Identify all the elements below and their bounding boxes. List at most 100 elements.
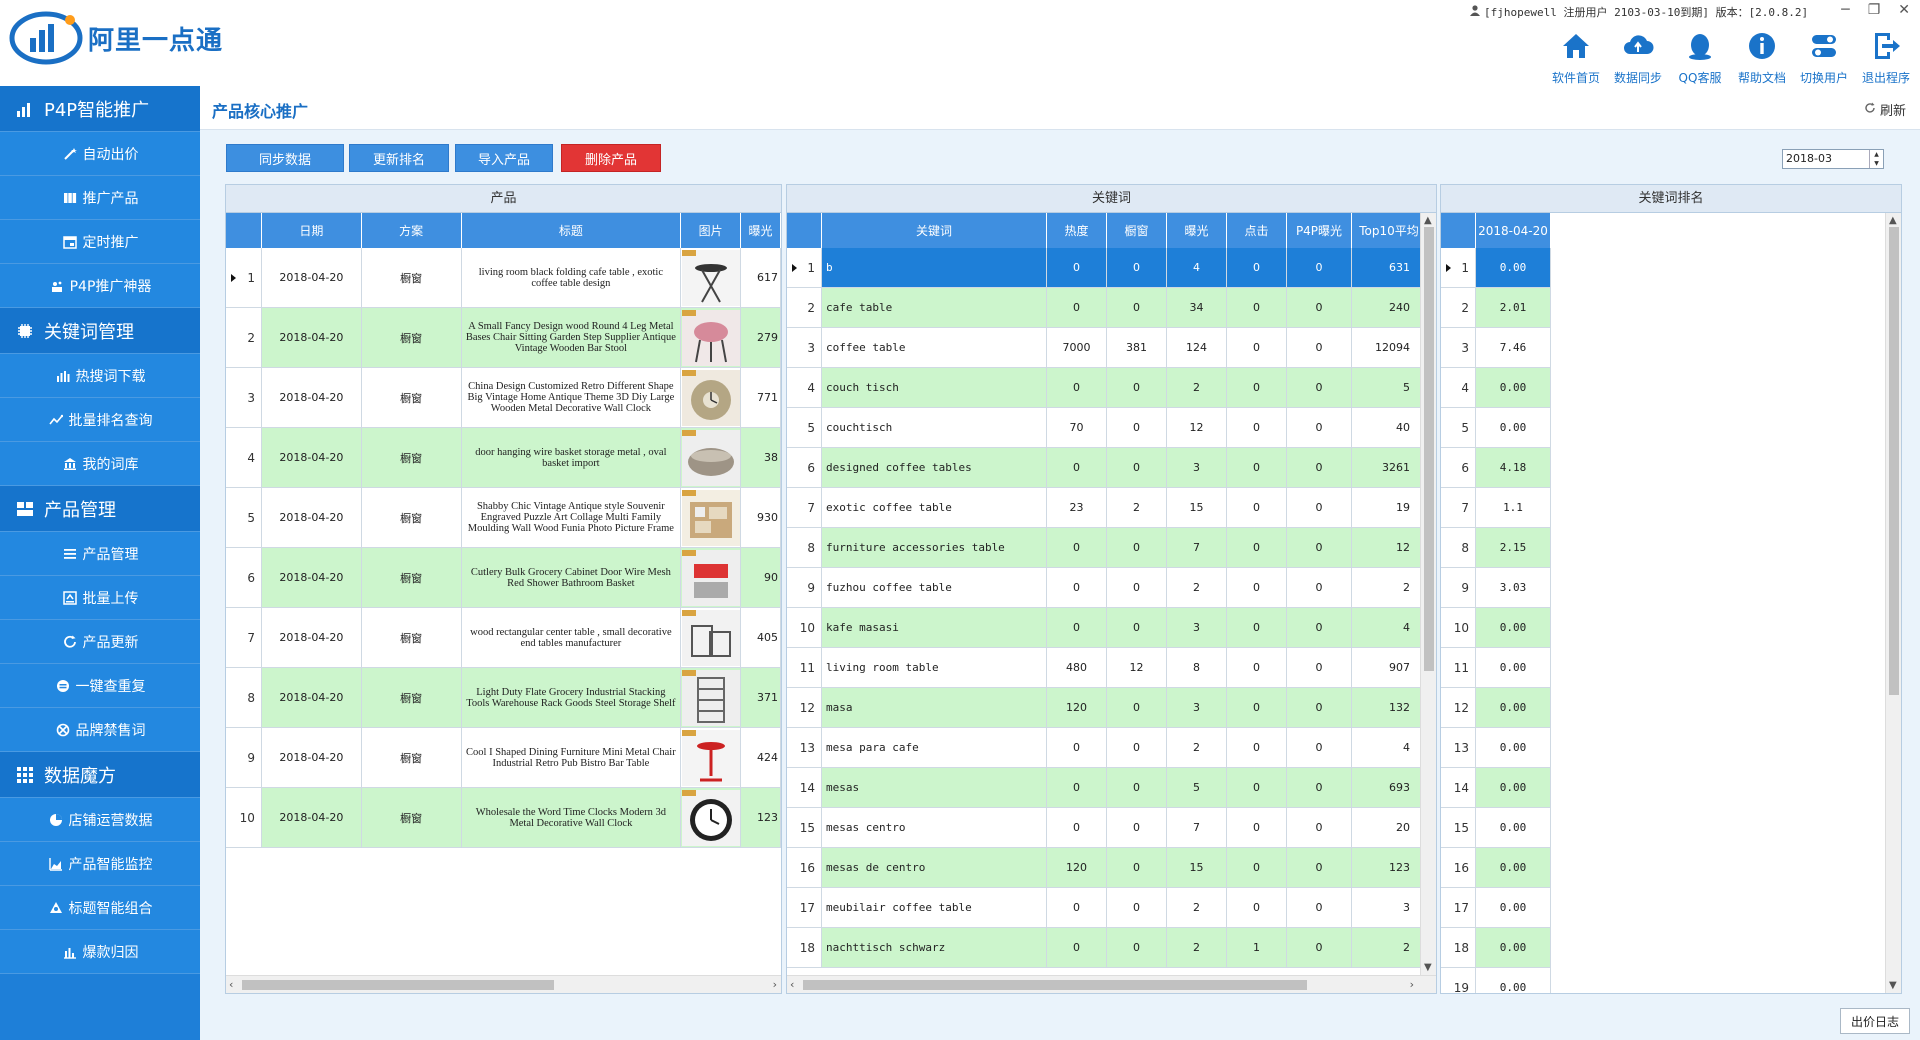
maximize-icon[interactable]: ❐ bbox=[1868, 2, 1881, 18]
keywords-column-header[interactable]: Top10平均 bbox=[1352, 213, 1427, 248]
sidebar-item[interactable]: 自动出价 bbox=[0, 132, 200, 176]
ranks-date-header[interactable]: 2018-04-20 bbox=[1476, 213, 1551, 248]
delete-products-button[interactable]: 删除产品 bbox=[561, 144, 661, 172]
sidebar-group-0[interactable]: P4P智能推广 bbox=[0, 86, 200, 132]
keywords-column-header[interactable]: 热度 bbox=[1047, 213, 1107, 248]
update-rank-button[interactable]: 更新排名 bbox=[349, 144, 449, 172]
table-row[interactable]: 16 mesas de centro 120 0 15 0 0 123 bbox=[787, 848, 1436, 888]
table-row[interactable]: 1 0.00 bbox=[1441, 248, 1551, 288]
sidebar-group-1[interactable]: 关键词管理 bbox=[0, 308, 200, 354]
table-row[interactable]: 13 0.00 bbox=[1441, 728, 1551, 768]
table-row[interactable]: 12 masa 120 0 3 0 0 132 bbox=[787, 688, 1436, 728]
products-column-header[interactable]: 曝光 bbox=[741, 213, 781, 248]
minimize-icon[interactable]: ─ bbox=[1841, 2, 1849, 18]
sidebar-item[interactable]: 一键查重复 bbox=[0, 664, 200, 708]
table-row[interactable]: 9 2018-04-20 橱窗 Cool I Shaped Dining Furnit… bbox=[226, 728, 781, 788]
table-row[interactable]: 7 2018-04-20 橱窗 wood rectangular center tab… bbox=[226, 608, 781, 668]
table-row[interactable]: 6 2018-04-20 橱窗 Cutlery Bulk Grocery Cabine… bbox=[226, 548, 781, 608]
sidebar-item[interactable]: 标题智能组合 bbox=[0, 886, 200, 930]
sidebar-item[interactable]: P4P推广神器 bbox=[0, 264, 200, 308]
table-row[interactable]: 8 2.15 bbox=[1441, 528, 1551, 568]
sidebar-item[interactable]: 我的词库 bbox=[0, 442, 200, 486]
table-row[interactable]: 17 0.00 bbox=[1441, 888, 1551, 928]
table-row[interactable]: 19 0.00 bbox=[1441, 968, 1551, 993]
table-row[interactable]: 4 0.00 bbox=[1441, 368, 1551, 408]
table-row[interactable]: 3 coffee table 7000 381 124 0 0 12094 bbox=[787, 328, 1436, 368]
table-row[interactable]: 10 0.00 bbox=[1441, 608, 1551, 648]
products-column-header[interactable]: 标题 bbox=[462, 213, 682, 248]
sidebar-group-3[interactable]: 数据魔方 bbox=[0, 752, 200, 798]
table-row[interactable]: 13 mesa para cafe 0 0 2 0 0 4 bbox=[787, 728, 1436, 768]
sidebar-item[interactable]: 产品管理 bbox=[0, 532, 200, 576]
sync-data-button[interactable]: 同步数据 bbox=[226, 144, 344, 172]
table-row[interactable]: 4 couch tisch 0 0 2 0 0 5 bbox=[787, 368, 1436, 408]
products-column-header[interactable]: 日期 bbox=[262, 213, 362, 248]
sidebar-item[interactable]: 批量排名查询 bbox=[0, 398, 200, 442]
products-column-header[interactable]: 图片 bbox=[681, 213, 742, 248]
table-row[interactable]: 1 b 0 0 4 0 0 631 bbox=[787, 248, 1436, 288]
toolbar-button-exit[interactable]: 退出程序 bbox=[1855, 30, 1917, 86]
table-row[interactable]: 9 fuzhou coffee table 0 0 2 0 0 2 bbox=[787, 568, 1436, 608]
table-row[interactable]: 6 designed coffee tables 0 0 3 0 0 3261 bbox=[787, 448, 1436, 488]
sidebar-item[interactable]: 推广产品 bbox=[0, 176, 200, 220]
table-row[interactable]: 14 0.00 bbox=[1441, 768, 1551, 808]
table-row[interactable]: 2 2018-04-20 橱窗 A Small Fancy Design wood R… bbox=[226, 308, 781, 368]
toolbar-button-qq[interactable]: QQ客服 bbox=[1669, 30, 1731, 86]
table-row[interactable]: 1 2018-04-20 橱窗 living room black folding c… bbox=[226, 248, 781, 308]
products-column-header[interactable]: 方案 bbox=[362, 213, 462, 248]
refresh-button[interactable]: 刷新 bbox=[1864, 100, 1906, 119]
table-row[interactable]: 15 0.00 bbox=[1441, 808, 1551, 848]
table-row[interactable]: 3 2018-04-20 橱窗 China Design Customized Ret… bbox=[226, 368, 781, 428]
table-row[interactable]: 2 cafe table 0 0 34 0 0 240 bbox=[787, 288, 1436, 328]
sidebar-item[interactable]: 品牌禁售词 bbox=[0, 708, 200, 752]
products-hscrollbar[interactable]: ‹ › bbox=[226, 975, 781, 993]
keywords-vscrollbar[interactable]: ▲ ▼ bbox=[1420, 213, 1436, 975]
sidebar-group-2[interactable]: 产品管理 bbox=[0, 486, 200, 532]
table-row[interactable]: 5 couchtisch 70 0 12 0 0 40 bbox=[787, 408, 1436, 448]
sidebar-item[interactable]: 产品更新 bbox=[0, 620, 200, 664]
sidebar-item[interactable]: 热搜词下载 bbox=[0, 354, 200, 398]
import-products-button[interactable]: 导入产品 bbox=[455, 144, 553, 172]
toolbar-button-home[interactable]: 软件首页 bbox=[1545, 30, 1607, 86]
keywords-column-header[interactable]: 关键词 bbox=[822, 213, 1047, 248]
table-row[interactable]: 6 4.18 bbox=[1441, 448, 1551, 488]
table-row[interactable]: 3 7.46 bbox=[1441, 328, 1551, 368]
sidebar-item[interactable]: 产品智能监控 bbox=[0, 842, 200, 886]
table-row[interactable]: 7 exotic coffee table 23 2 15 0 0 19 bbox=[787, 488, 1436, 528]
toolbar-button-info[interactable]: 帮助文档 bbox=[1731, 30, 1793, 86]
table-row[interactable]: 10 kafe masasi 0 0 3 0 0 4 bbox=[787, 608, 1436, 648]
bid-log-button[interactable]: 出价日志 bbox=[1840, 1008, 1910, 1034]
table-row[interactable]: 14 mesas 0 0 5 0 0 693 bbox=[787, 768, 1436, 808]
table-row[interactable]: 12 0.00 bbox=[1441, 688, 1551, 728]
keywords-column-header[interactable]: 曝光 bbox=[1167, 213, 1227, 248]
table-row[interactable]: 11 living room table 480 12 8 0 0 907 bbox=[787, 648, 1436, 688]
sidebar-item[interactable]: 批量上传 bbox=[0, 576, 200, 620]
keywords-column-header[interactable]: P4P曝光 bbox=[1287, 213, 1352, 248]
table-row[interactable]: 18 0.00 bbox=[1441, 928, 1551, 968]
table-row[interactable]: 10 2018-04-20 橱窗 Wholesale the Word Time Cl… bbox=[226, 788, 781, 848]
close-icon[interactable]: ✕ bbox=[1898, 2, 1910, 18]
table-row[interactable]: 7 1.1 bbox=[1441, 488, 1551, 528]
table-row[interactable]: 9 3.03 bbox=[1441, 568, 1551, 608]
table-row[interactable]: 8 furniture accessories table 0 0 7 0 0 12 bbox=[787, 528, 1436, 568]
sidebar-item[interactable]: 爆款归因 bbox=[0, 930, 200, 974]
ranks-vscrollbar[interactable]: ▲ ▼ bbox=[1885, 213, 1901, 993]
keywords-column-header[interactable]: 橱窗 bbox=[1107, 213, 1167, 248]
sidebar-item[interactable]: 店铺运营数据 bbox=[0, 798, 200, 842]
table-row[interactable]: 8 2018-04-20 橱窗 Light Duty Flate Grocery In… bbox=[226, 668, 781, 728]
table-row[interactable]: 15 mesas centro 0 0 7 0 0 20 bbox=[787, 808, 1436, 848]
table-row[interactable]: 16 0.00 bbox=[1441, 848, 1551, 888]
toolbar-button-switch-user[interactable]: 切换用户 bbox=[1793, 30, 1855, 86]
keywords-column-header[interactable]: 点击 bbox=[1227, 213, 1287, 248]
table-row[interactable]: 5 2018-04-20 橱窗 Shabby Chic Vintage Antique… bbox=[226, 488, 781, 548]
month-spinner[interactable]: ▲ ▼ bbox=[1869, 150, 1883, 168]
month-picker[interactable]: 2018-03 ▲ ▼ bbox=[1782, 149, 1884, 169]
table-row[interactable]: 4 2018-04-20 橱窗 door hanging wire basket st… bbox=[226, 428, 781, 488]
table-row[interactable]: 18 nachttisch schwarz 0 0 2 1 0 2 bbox=[787, 928, 1436, 968]
table-row[interactable]: 17 meubilair coffee table 0 0 2 0 0 3 bbox=[787, 888, 1436, 928]
table-row[interactable]: 5 0.00 bbox=[1441, 408, 1551, 448]
sidebar-item[interactable]: 定时推广 bbox=[0, 220, 200, 264]
keywords-hscrollbar[interactable]: ‹ › bbox=[787, 975, 1436, 993]
toolbar-button-cloud-sync[interactable]: 数据同步 bbox=[1607, 30, 1669, 86]
table-row[interactable]: 2 2.01 bbox=[1441, 288, 1551, 328]
